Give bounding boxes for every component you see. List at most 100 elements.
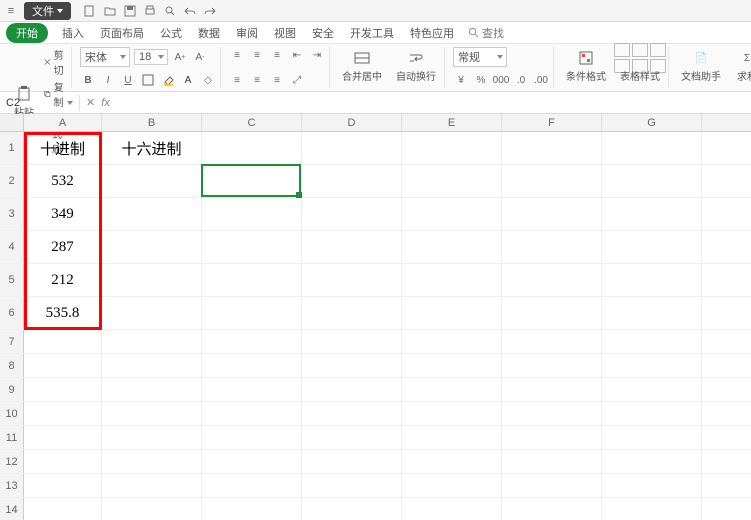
cell-E4[interactable] bbox=[402, 231, 502, 263]
col-header-D[interactable]: D bbox=[302, 114, 402, 131]
increase-font-icon[interactable]: A+ bbox=[172, 49, 188, 65]
doc-assist-button[interactable]: 📄文档助手 bbox=[677, 47, 725, 85]
cell-C8[interactable] bbox=[202, 354, 302, 377]
cell-G8[interactable] bbox=[602, 354, 702, 377]
col-header-B[interactable]: B bbox=[102, 114, 202, 131]
percent-icon[interactable]: % bbox=[473, 72, 489, 88]
orientation-icon[interactable]: ⤢ bbox=[289, 72, 305, 88]
decrease-decimal-icon[interactable]: .0 bbox=[513, 72, 529, 88]
cell-B10[interactable] bbox=[102, 402, 202, 425]
tab-special[interactable]: 特色应用 bbox=[408, 25, 456, 41]
sum-button[interactable]: Σ求和 bbox=[731, 47, 751, 85]
row-header-6[interactable]: 6 bbox=[0, 297, 24, 329]
cell-C3[interactable] bbox=[202, 198, 302, 230]
cell-E11[interactable] bbox=[402, 426, 502, 449]
cell-E1[interactable] bbox=[402, 132, 502, 164]
cell-B14[interactable] bbox=[102, 498, 202, 520]
cell-F4[interactable] bbox=[502, 231, 602, 263]
cell-A13[interactable] bbox=[24, 474, 102, 497]
app-menu-icon[interactable]: ≡ bbox=[4, 5, 18, 17]
cut-button[interactable]: 剪切 bbox=[44, 47, 67, 77]
cell-D10[interactable] bbox=[302, 402, 402, 425]
col-header-E[interactable]: E bbox=[402, 114, 502, 131]
comma-icon[interactable]: 000 bbox=[493, 72, 509, 88]
row-header-9[interactable]: 9 bbox=[0, 378, 24, 401]
col-header-G[interactable]: G bbox=[602, 114, 702, 131]
cell-A7[interactable] bbox=[24, 330, 102, 353]
cell-A8[interactable] bbox=[24, 354, 102, 377]
cell-A6[interactable]: 535.8 bbox=[24, 297, 102, 329]
select-all-corner[interactable] bbox=[0, 114, 24, 131]
new-file-icon[interactable] bbox=[83, 4, 97, 18]
cell-C1[interactable] bbox=[202, 132, 302, 164]
cell-D2[interactable] bbox=[302, 165, 402, 197]
row-header-11[interactable]: 11 bbox=[0, 426, 24, 449]
row-header-4[interactable]: 4 bbox=[0, 231, 24, 263]
cell-E10[interactable] bbox=[402, 402, 502, 425]
cell-B4[interactable] bbox=[102, 231, 202, 263]
cell-C6[interactable] bbox=[202, 297, 302, 329]
tab-developer[interactable]: 开发工具 bbox=[348, 25, 396, 41]
cell-D5[interactable] bbox=[302, 264, 402, 296]
col-header-F[interactable]: F bbox=[502, 114, 602, 131]
cell-F10[interactable] bbox=[502, 402, 602, 425]
cell-style-button[interactable]: 表格样式 bbox=[616, 47, 664, 85]
row-header-10[interactable]: 10 bbox=[0, 402, 24, 425]
cell-F9[interactable] bbox=[502, 378, 602, 401]
cell-F6[interactable] bbox=[502, 297, 602, 329]
cell-C7[interactable] bbox=[202, 330, 302, 353]
file-menu-button[interactable]: 文件 bbox=[24, 2, 71, 20]
cell-G7[interactable] bbox=[602, 330, 702, 353]
cell-F13[interactable] bbox=[502, 474, 602, 497]
cell-G12[interactable] bbox=[602, 450, 702, 473]
cell-A12[interactable] bbox=[24, 450, 102, 473]
cell-F12[interactable] bbox=[502, 450, 602, 473]
cell-D7[interactable] bbox=[302, 330, 402, 353]
tab-page-layout[interactable]: 页面布局 bbox=[98, 25, 146, 41]
row-header-12[interactable]: 12 bbox=[0, 450, 24, 473]
cell-C5[interactable] bbox=[202, 264, 302, 296]
cell-G2[interactable] bbox=[602, 165, 702, 197]
cell-C9[interactable] bbox=[202, 378, 302, 401]
tab-home[interactable]: 开始 bbox=[6, 23, 48, 43]
row-header-5[interactable]: 5 bbox=[0, 264, 24, 296]
save-icon[interactable] bbox=[123, 4, 137, 18]
cell-G13[interactable] bbox=[602, 474, 702, 497]
cell-B11[interactable] bbox=[102, 426, 202, 449]
tab-insert[interactable]: 插入 bbox=[60, 25, 86, 41]
cell-G4[interactable] bbox=[602, 231, 702, 263]
cell-C11[interactable] bbox=[202, 426, 302, 449]
cell-G14[interactable] bbox=[602, 498, 702, 520]
cell-D12[interactable] bbox=[302, 450, 402, 473]
cell-G10[interactable] bbox=[602, 402, 702, 425]
search-box[interactable]: 查找 bbox=[468, 25, 504, 41]
wrap-text-button[interactable]: 自动换行 bbox=[392, 47, 440, 85]
row-header-14[interactable]: 14 bbox=[0, 498, 24, 520]
cell-E2[interactable] bbox=[402, 165, 502, 197]
tab-data[interactable]: 数据 bbox=[196, 25, 222, 41]
row-header-7[interactable]: 7 bbox=[0, 330, 24, 353]
align-middle-icon[interactable]: ≡ bbox=[249, 47, 265, 63]
align-center-icon[interactable]: ≡ bbox=[249, 72, 265, 88]
cell-F1[interactable] bbox=[502, 132, 602, 164]
cell-C14[interactable] bbox=[202, 498, 302, 520]
cell-F7[interactable] bbox=[502, 330, 602, 353]
cell-E5[interactable] bbox=[402, 264, 502, 296]
cell-B5[interactable] bbox=[102, 264, 202, 296]
cell-F5[interactable] bbox=[502, 264, 602, 296]
border-button[interactable] bbox=[140, 72, 156, 88]
cell-A2[interactable]: 532 bbox=[24, 165, 102, 197]
cell-E6[interactable] bbox=[402, 297, 502, 329]
print-icon[interactable] bbox=[143, 4, 157, 18]
indent-decrease-icon[interactable]: ⇤ bbox=[289, 47, 305, 63]
cell-D1[interactable] bbox=[302, 132, 402, 164]
fill-color-button[interactable] bbox=[160, 72, 176, 88]
cell-G5[interactable] bbox=[602, 264, 702, 296]
cell-A4[interactable]: 287 bbox=[24, 231, 102, 263]
font-color-button[interactable]: A bbox=[180, 72, 196, 88]
font-name-select[interactable]: 宋体 bbox=[80, 47, 130, 67]
cell-C12[interactable] bbox=[202, 450, 302, 473]
align-top-icon[interactable]: ≡ bbox=[229, 47, 245, 63]
decrease-font-icon[interactable]: A- bbox=[192, 49, 208, 65]
cell-D14[interactable] bbox=[302, 498, 402, 520]
